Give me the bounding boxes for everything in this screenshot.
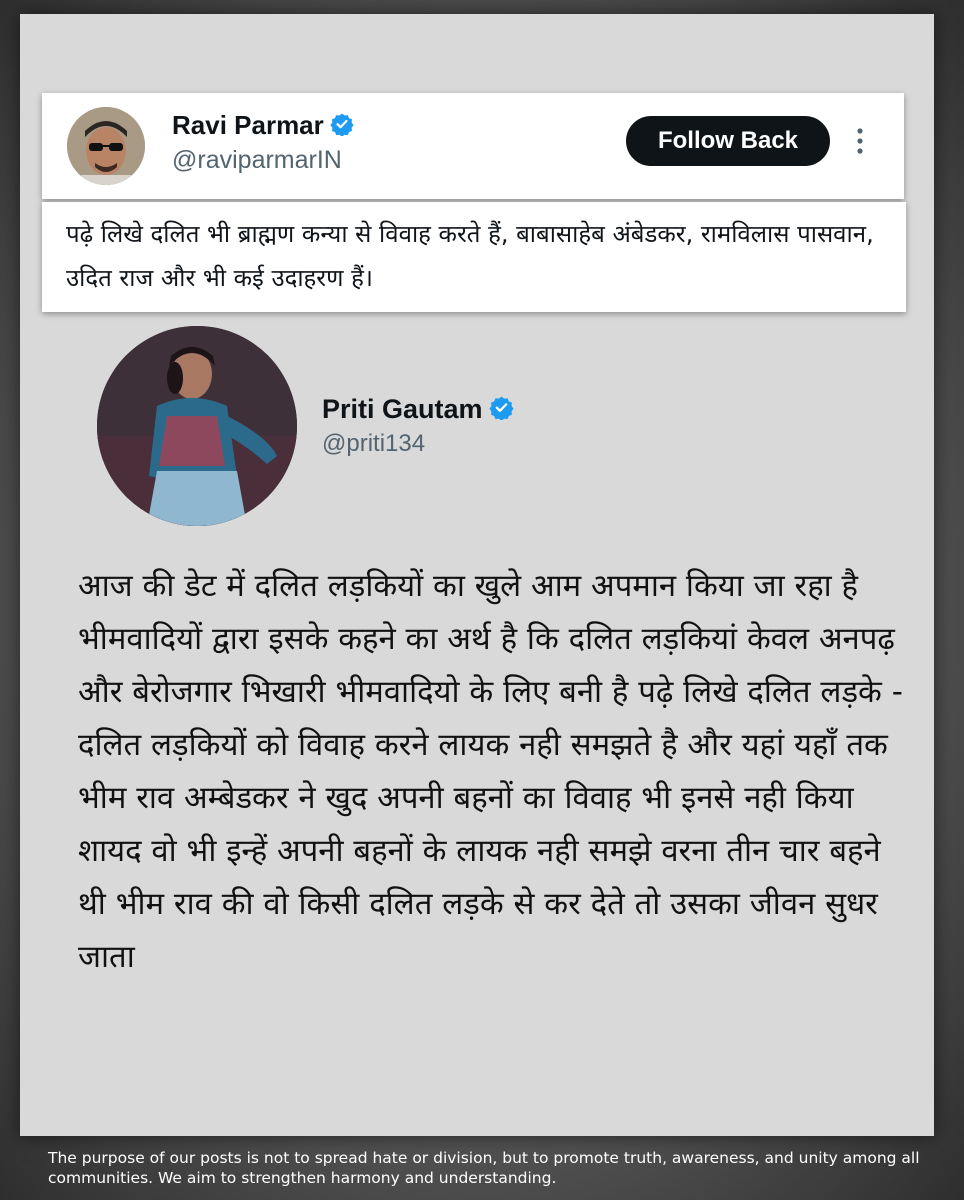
footer-disclaimer: The purpose of our posts is not to sprea…	[48, 1149, 920, 1187]
user-name-text: Ravi Parmar	[172, 110, 324, 140]
verified-badge-icon	[330, 112, 354, 143]
user-handle[interactable]: @priti134	[322, 430, 425, 458]
user-name-text: Priti Gautam	[322, 394, 483, 424]
avatar[interactable]	[67, 107, 145, 185]
quoted-tweet-text: पढ़े लिखे दलित भी ब्राह्मण कन्या से विवा…	[66, 220, 874, 292]
quoted-tweet-box: पढ़े लिखे दलित भी ब्राह्मण कन्या से विवा…	[42, 202, 906, 312]
more-vertical-icon[interactable]	[854, 125, 866, 157]
tweet-text: आज की डेट में दलित लड़कियों का खुले आम अ…	[78, 568, 903, 975]
avatar[interactable]	[97, 326, 297, 526]
verified-badge-icon	[488, 395, 514, 427]
user-handle[interactable]: @raviparmarIN	[172, 146, 342, 175]
follow-back-button[interactable]: Follow Back	[626, 116, 830, 166]
quoted-user-header: Ravi Parmar @raviparmarIN Follow Back	[42, 93, 904, 199]
user-name[interactable]: Ravi Parmar	[172, 110, 354, 143]
user-name[interactable]: Priti Gautam	[322, 394, 514, 427]
